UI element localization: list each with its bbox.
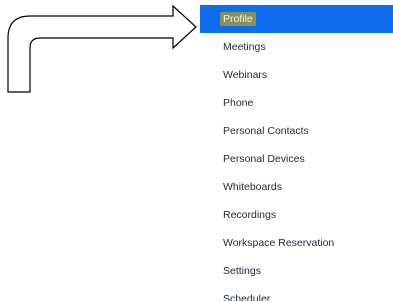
menu-item-workspace-reservation[interactable]: Workspace Reservation (200, 229, 393, 257)
side-navigation-menu: Profile Meetings Webinars Phone Personal… (200, 5, 393, 301)
menu-item-label: Personal Devices (223, 153, 305, 165)
menu-item-profile[interactable]: Profile (200, 5, 393, 33)
menu-item-personal-contacts[interactable]: Personal Contacts (200, 117, 393, 145)
menu-item-label: Phone (223, 97, 254, 109)
bent-arrow-right-icon (7, 4, 197, 93)
menu-item-settings[interactable]: Settings (200, 257, 393, 285)
menu-item-recordings[interactable]: Recordings (200, 201, 393, 229)
menu-item-label: Personal Contacts (223, 125, 309, 137)
menu-item-label: Recordings (223, 209, 277, 221)
menu-item-label: Profile (220, 12, 256, 26)
menu-item-label: Meetings (223, 41, 266, 53)
menu-item-phone[interactable]: Phone (200, 89, 393, 117)
menu-item-label: Webinars (223, 69, 268, 81)
menu-item-whiteboards[interactable]: Whiteboards (200, 173, 393, 201)
menu-item-label: Scheduler (223, 293, 271, 301)
menu-item-label: Whiteboards (223, 181, 282, 193)
menu-item-scheduler[interactable]: Scheduler (200, 285, 393, 301)
menu-item-label: Settings (223, 265, 261, 277)
menu-item-label: Workspace Reservation (223, 237, 335, 249)
menu-item-meetings[interactable]: Meetings (200, 33, 393, 61)
menu-item-personal-devices[interactable]: Personal Devices (200, 145, 393, 173)
menu-item-webinars[interactable]: Webinars (200, 61, 393, 89)
screenshot-stage: Profile Meetings Webinars Phone Personal… (0, 0, 393, 301)
